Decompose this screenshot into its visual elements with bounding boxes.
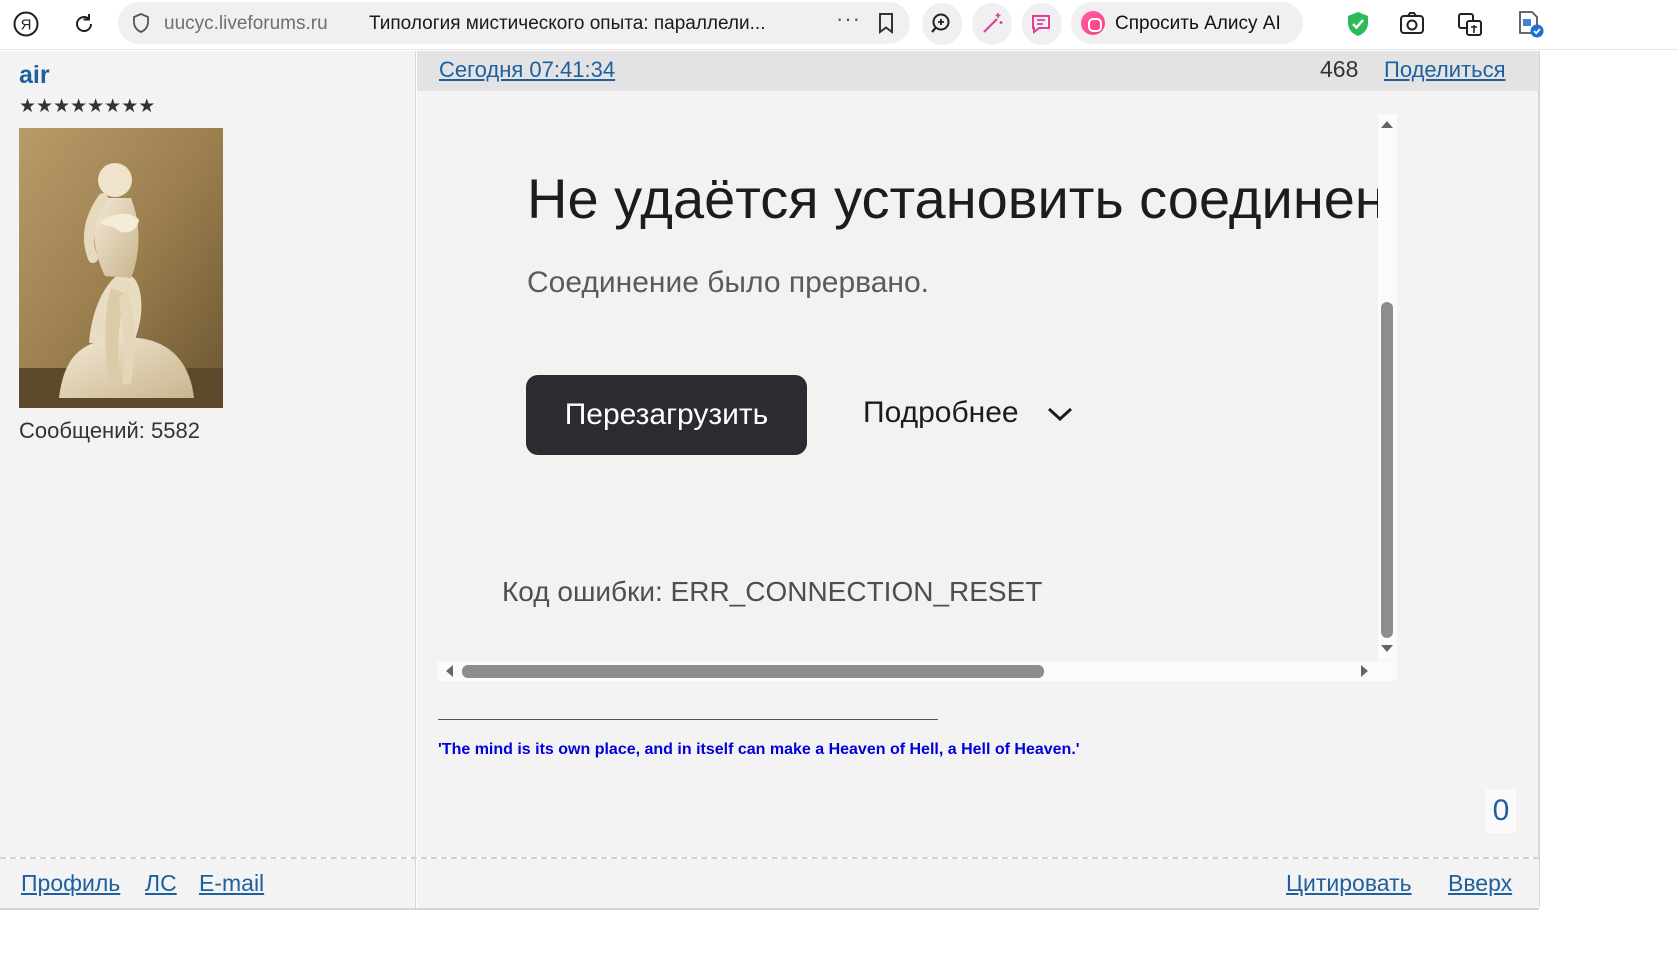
scroll-right-arrow-icon[interactable]	[1359, 664, 1371, 678]
extension-icon[interactable]	[1510, 4, 1550, 44]
embedded-frame: Не удаётся установить соединение Соедине…	[438, 114, 1397, 682]
signature-divider	[438, 719, 938, 720]
magic-wand-icon[interactable]	[972, 3, 1012, 45]
chevron-down-icon[interactable]	[1046, 404, 1074, 424]
error-code: Код ошибки: ERR_CONNECTION_RESET	[502, 576, 1043, 607]
posts-count-label: Сообщений:	[19, 418, 145, 443]
bookmark-icon[interactable]	[874, 11, 898, 35]
translate-icon[interactable]	[1450, 4, 1490, 44]
footer-divider	[0, 857, 1539, 859]
posts-count-value: 5582	[151, 418, 200, 443]
chat-summary-icon[interactable]	[1022, 3, 1062, 45]
browser-toolbar: Я uucyc.liveforums.ru Типология мистичес…	[0, 0, 1678, 50]
avatar	[19, 128, 223, 408]
post-number: 468	[1320, 56, 1359, 82]
post-rating[interactable]: 0	[1486, 789, 1516, 833]
ask-alice-button[interactable]: Спросить Алису AI	[1071, 2, 1303, 44]
posts-count: Сообщений: 5582	[19, 418, 200, 444]
site-shield-icon[interactable]	[130, 12, 152, 34]
signature-text: 'The mind is its own place, and in itsel…	[438, 741, 1080, 758]
frame-vertical-scroll-thumb[interactable]	[1381, 302, 1393, 638]
address-bar[interactable]: uucyc.liveforums.ru Типология мистическо…	[118, 2, 910, 44]
alice-icon	[1081, 11, 1105, 35]
scroll-top-link[interactable]: Вверх	[1448, 870, 1512, 897]
scroll-up-arrow-icon[interactable]	[1380, 118, 1394, 130]
post-header: Сегодня 07:41:34 468 Поделиться	[417, 51, 1539, 91]
error-title: Не удаётся установить соединение	[527, 167, 1397, 230]
scroll-left-arrow-icon[interactable]	[443, 664, 455, 678]
yandex-logo-icon[interactable]: Я	[6, 4, 46, 44]
username[interactable]: air	[19, 61, 50, 90]
forum-page: air ★★★★★★★★ Сообщений: 5582 Сегодня 07:…	[0, 51, 1678, 973]
reload-button[interactable]: Перезагрузить	[526, 375, 807, 455]
ask-alice-label: Спросить Алису AI	[1115, 13, 1281, 34]
rank-stars: ★★★★★★★★	[19, 96, 156, 117]
more-icon[interactable]: ···	[836, 6, 861, 32]
private-message-link[interactable]: ЛС	[145, 870, 177, 897]
svg-text:Я: Я	[21, 17, 32, 34]
address-domain[interactable]: uucyc.liveforums.ru	[164, 13, 328, 35]
post-date-link[interactable]: Сегодня 07:41:34	[439, 57, 615, 83]
screenshot-icon[interactable]	[1392, 4, 1432, 44]
scroll-down-arrow-icon[interactable]	[1380, 643, 1394, 655]
error-subtitle: Соединение было прервано.	[527, 266, 930, 299]
protect-shield-icon[interactable]	[1338, 4, 1378, 44]
profile-link[interactable]: Профиль	[21, 870, 120, 897]
search-page-icon[interactable]	[922, 3, 962, 45]
frame-horizontal-scroll-thumb[interactable]	[462, 665, 1044, 678]
email-link[interactable]: E-mail	[199, 870, 264, 897]
page-bottom-border	[0, 908, 1539, 910]
quote-link[interactable]: Цитировать	[1286, 870, 1412, 897]
address-page-title[interactable]: Типология мистического опыта: параллели.…	[369, 13, 765, 35]
page-edge	[1538, 51, 1540, 907]
details-button[interactable]: Подробнее	[863, 396, 1019, 430]
share-link[interactable]: Поделиться	[1384, 57, 1505, 83]
reload-icon[interactable]	[64, 4, 104, 44]
